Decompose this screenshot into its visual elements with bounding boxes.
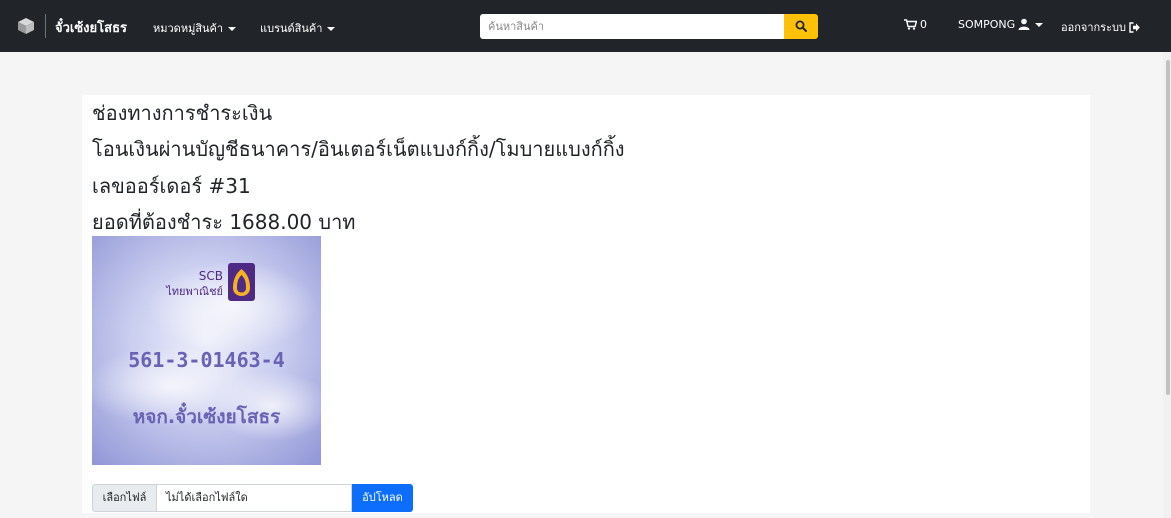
cart-count: 0 bbox=[920, 18, 927, 31]
category-menu-label: หมวดหมู่สินค้า bbox=[153, 22, 224, 35]
file-name-display[interactable]: ไม่ได้เลือกไฟล์ใด bbox=[157, 484, 352, 512]
logout-link[interactable]: ออกจากระบบ bbox=[1061, 18, 1140, 36]
bank-account-image: SCB ไทยพาณิชย์ 561-3-01463-4 หจก.จั๋วเซ้… bbox=[92, 236, 321, 465]
user-icon bbox=[1018, 18, 1030, 30]
sign-out-icon bbox=[1129, 22, 1140, 33]
logout-label: ออกจากระบบ bbox=[1061, 21, 1126, 34]
chevron-down-icon bbox=[327, 27, 336, 31]
bank-code: SCB bbox=[199, 269, 223, 283]
account-name: หจก.จั๋วเซ้งยโสธร bbox=[133, 402, 281, 428]
brand-divider bbox=[45, 14, 46, 38]
amount-due: ยอดที่ต้องชำระ 1688.00 บาท bbox=[92, 210, 356, 234]
account-number: 561-3-01463-4 bbox=[128, 348, 285, 372]
payment-method: โอนเงินผ่านบัญชีธนาคาร/อินเตอร์เน็ตแบงก์… bbox=[92, 137, 625, 161]
scrollbar-thumb[interactable] bbox=[1166, 60, 1170, 395]
chevron-down-icon bbox=[1035, 23, 1044, 27]
username: SOMPONG bbox=[958, 18, 1016, 31]
chevron-down-icon bbox=[228, 27, 237, 31]
order-number: เลขออร์เดอร์ #31 bbox=[92, 174, 251, 198]
search-icon bbox=[795, 20, 807, 32]
store-logo-icon[interactable] bbox=[17, 17, 35, 35]
search-input[interactable] bbox=[480, 14, 784, 39]
category-menu-dropdown[interactable]: หมวดหมู่สินค้า bbox=[153, 19, 237, 37]
brand-menu-dropdown[interactable]: แบรนด์สินค้า bbox=[260, 19, 336, 37]
bank-name: ไทยพาณิชย์ bbox=[165, 285, 223, 298]
upload-button[interactable]: อัปโหลด bbox=[352, 484, 413, 512]
slip-upload-group: เลือกไฟล์ ไม่ได้เลือกไฟล์ใด อัปโหลด bbox=[92, 484, 413, 512]
choose-file-button[interactable]: เลือกไฟล์ bbox=[92, 484, 157, 512]
cart-icon bbox=[904, 19, 918, 30]
user-menu-dropdown[interactable]: SOMPONG bbox=[958, 18, 1044, 31]
cart-link[interactable]: 0 bbox=[904, 18, 927, 31]
brand-menu-label: แบรนด์สินค้า bbox=[260, 22, 323, 35]
brand-name[interactable]: จั๋วเซ้งยโสธร bbox=[55, 17, 127, 38]
payment-title: ช่องทางการชำระเงิน bbox=[92, 101, 273, 125]
top-navbar: จั๋วเซ้งยโสธร หมวดหมู่สินค้า แบรนด์สินค้… bbox=[0, 0, 1171, 52]
search-button[interactable] bbox=[784, 14, 818, 39]
